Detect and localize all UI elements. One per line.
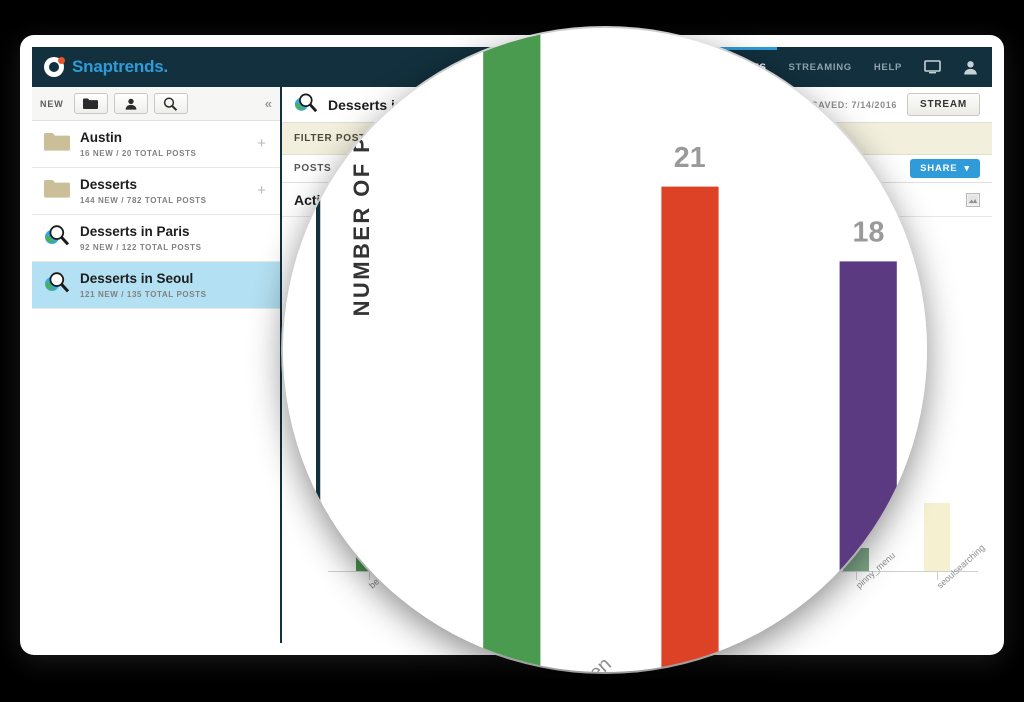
bar-rect: [924, 503, 951, 571]
sidebar-item-counts: 144 NEW / 782 TOTAL POSTS: [80, 195, 207, 205]
sidebar-collapse-button[interactable]: «: [265, 96, 272, 111]
magnifier-content: Snaptrends. SAVED SEARCHES STREAMING HEL…: [283, 28, 927, 672]
sidebar-item-text: Desserts 144 NEW / 782 TOTAL POSTS: [80, 177, 247, 205]
sidebar-item-desserts[interactable]: Desserts 144 NEW / 782 TOTAL POSTS +: [32, 167, 280, 215]
sidebar-item-desserts-in-seoul[interactable]: Desserts in Seoul 121 NEW / 135 TOTAL PO…: [283, 29, 316, 133]
sidebar-item-title: Desserts in Seoul: [80, 270, 194, 286]
screen: Snaptrends. SAVED SEARCHES STREAMING HEL…: [0, 0, 1024, 702]
main-panel: Desserts in Seoul SAVED: 7/14/2016 STREA…: [320, 28, 927, 672]
sidebar-item-text: Desserts in Seoul 121 NEW / 135 TOTAL PO…: [283, 49, 294, 110]
bar-value-label: 18: [852, 215, 885, 249]
sidebar-item-title: Desserts in Seoul: [283, 49, 294, 86]
image-placeholder-icon: [966, 192, 980, 207]
bar-2[interactable]: 18: [839, 28, 898, 672]
sidebar-item-add-button[interactable]: +: [257, 135, 270, 152]
globe-search-icon: [44, 224, 70, 251]
sidebar: NEW « Austin 16 NEW / 20 TOTAL P: [32, 87, 282, 643]
new-geo-search-button[interactable]: [153, 93, 188, 114]
bar-0[interactable]: [482, 28, 540, 672]
bar-rect: [661, 186, 719, 672]
sidebar-item-counts: 121 NEW / 135 TOTAL POSTS: [80, 289, 207, 299]
sidebar: NEW « Austin 16 NEW / 20 TOTAL P: [283, 28, 321, 672]
sidebar-item-counts: 16 NEW / 20 TOTAL POSTS: [80, 148, 197, 158]
new-folder-button[interactable]: [73, 93, 108, 114]
brand-name: Snaptrends.: [72, 57, 169, 76]
sidebar-item-title: Desserts: [80, 176, 138, 192]
sidebar-item-title: Desserts in Paris: [80, 223, 190, 239]
new-person-button[interactable]: [113, 93, 148, 114]
bar-1[interactable]: 21: [661, 28, 719, 672]
magnifier-lens: Snaptrends. SAVED SEARCHES STREAMING HEL…: [283, 28, 927, 672]
globe-search-icon: [44, 271, 70, 298]
sidebar-item-add-button[interactable]: +: [257, 182, 270, 199]
magnified-scene: Snaptrends. SAVED SEARCHES STREAMING HEL…: [283, 28, 927, 672]
brand-logo[interactable]: Snaptrends.: [32, 57, 168, 77]
bar-value-label: 21: [673, 140, 706, 174]
sidebar-item-title: Austin: [80, 130, 122, 145]
sidebar-item-text: Desserts in Paris 92 NEW / 122 TOTAL POS…: [80, 224, 270, 252]
sidebar-item-text: Austin 16 NEW / 20 TOTAL POSTS: [80, 130, 247, 158]
sidebar-item-counts: 92 NEW / 122 TOTAL POSTS: [80, 242, 202, 252]
bar-rect: [482, 28, 540, 672]
folder-icon: [44, 179, 70, 203]
user-account-icon[interactable]: [963, 60, 978, 75]
chart-plot-area: 211816169: [422, 28, 927, 672]
sidebar-item-counts: 121 NEW / 135 TOTAL POSTS: [283, 91, 294, 111]
chevron-down-icon: ▾: [964, 163, 970, 174]
sidebar-item-desserts-in-seoul[interactable]: Desserts in Seoul 121 NEW / 135 TOTAL PO…: [32, 261, 280, 309]
sidebar-item-desserts-in-paris[interactable]: Desserts in Paris 92 NEW / 122 TOTAL POS…: [32, 214, 280, 262]
y-axis-label: NUMBER OF POSTS: [351, 66, 376, 317]
snaptrends-target-icon: [44, 57, 65, 77]
sidebar-item-austin[interactable]: Austin 16 NEW / 20 TOTAL POSTS +: [32, 121, 280, 168]
new-label: NEW: [40, 98, 64, 109]
bar-7[interactable]: [924, 231, 951, 571]
activity-bar-chart: NUMBER OF POSTS 211816169 better_cakeenU…: [320, 28, 927, 672]
sidebar-item-text: Desserts in Seoul 121 NEW / 135 TOTAL PO…: [80, 271, 270, 299]
sidebar-toolbar: NEW «: [32, 87, 280, 121]
folder-icon: [44, 132, 70, 156]
